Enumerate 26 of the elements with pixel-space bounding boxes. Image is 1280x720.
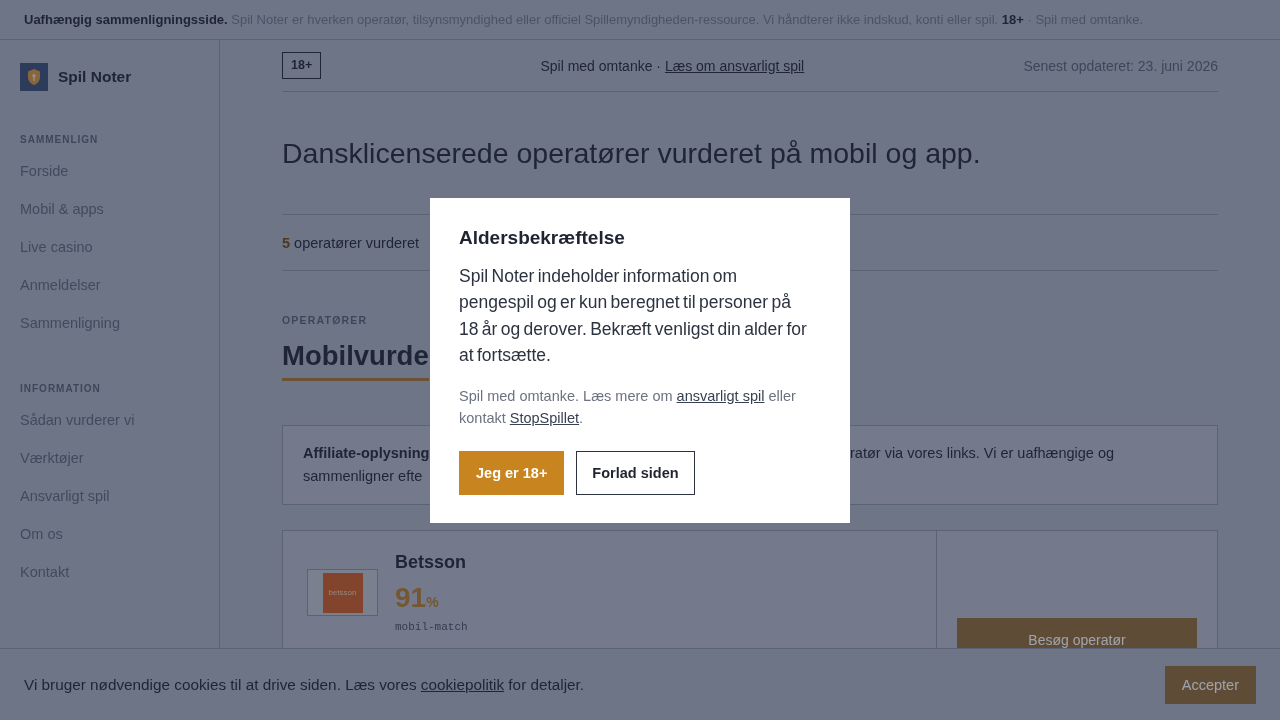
shield-logo-icon <box>20 63 48 91</box>
dialog-title: Aldersbekræftelse <box>459 225 626 250</box>
leave-site-button[interactable]: Forlad siden <box>576 450 695 495</box>
match-label: mobil-match <box>395 620 468 634</box>
confirm-age-button[interactable]: Jeg er 18+ <box>459 450 565 495</box>
dialog-text: Spil Noter indeholder information om pengespil og er kun beregnet til personer på 18 år og derover. Bekræft venligst din alder for at fortsætte. <box>459 264 808 367</box>
match-score: 91% <box>395 582 439 615</box>
cookie-policy-link[interactable]: cookiepolitik <box>420 675 505 693</box>
page-title: Dansklicenserede operatører vurderet på mobil og app. <box>282 137 982 169</box>
responsible-gaming-note: Spil med omtanke · Læs om ansvarligt spil <box>540 57 805 74</box>
affiliate-text: ratør via vores links. Vi er uafhængige og <box>850 444 1115 463</box>
responsible-gaming-link[interactable]: ansvarligt spil <box>676 387 765 404</box>
operator-name: Betsson <box>395 551 466 573</box>
affiliate-text: sammenligner efte <box>303 467 423 486</box>
affiliate-label: Affiliate-oplysning <box>303 444 430 463</box>
operator-count: 5 <box>282 234 291 251</box>
responsible-gaming-note: Spil med omtanke. Læs mere om ansvarligt spil eller kontakt StopSpillet. <box>459 386 797 428</box>
responsible-gaming-link[interactable]: Læs om ansvarligt spil <box>664 57 805 74</box>
age-badge: 18+ <box>282 52 322 79</box>
section-heading: Mobilvurde <box>282 339 429 381</box>
cookie-text: Vi bruger nødvendige cookies til at drive siden. Læs vores cookiepolitik for detaljer. <box>24 675 585 694</box>
operator-count-label: operatører vurderet <box>294 234 419 251</box>
operator-logo: betsson <box>322 572 363 613</box>
brand-name[interactable]: Spil Noter <box>58 68 132 86</box>
visit-operator-button[interactable]: Besøg operatør <box>957 618 1197 648</box>
accept-cookies-button[interactable]: Accepter <box>1164 665 1256 704</box>
